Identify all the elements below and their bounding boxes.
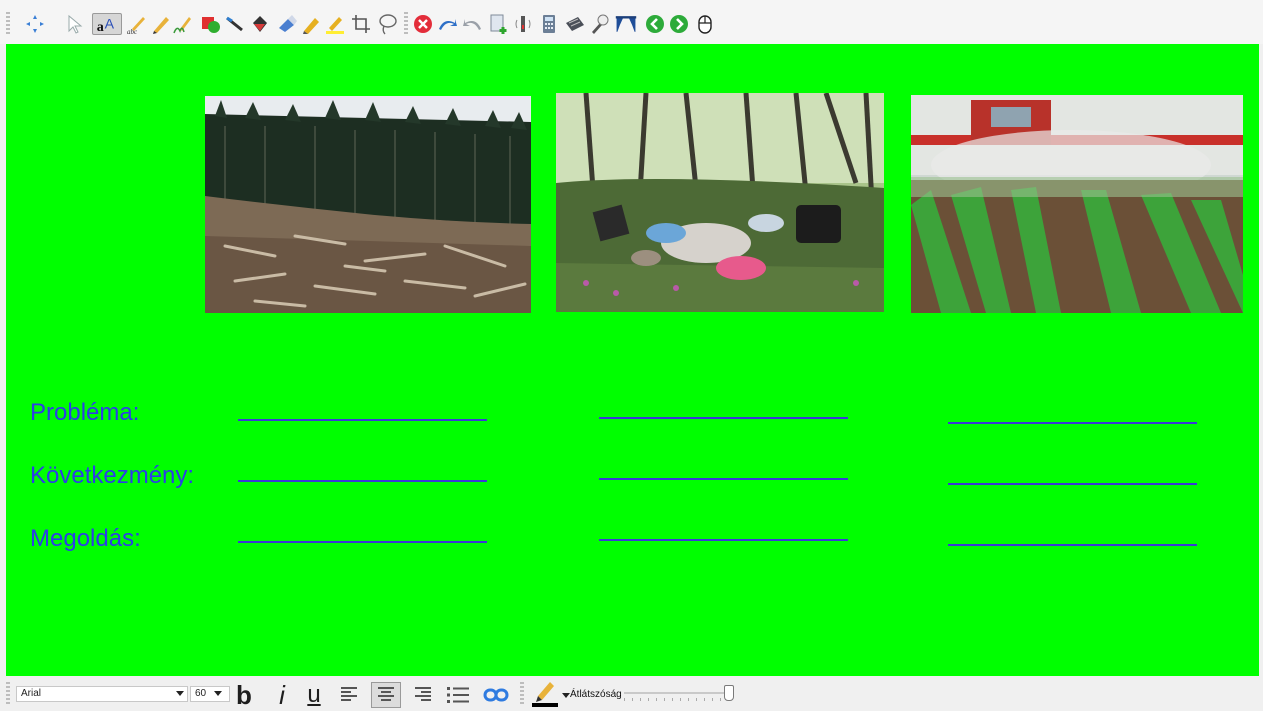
answer-line-consequence-3[interactable] (948, 483, 1197, 485)
answer-line-solution-1[interactable] (238, 541, 487, 543)
undo-icon[interactable] (436, 13, 458, 35)
opacity-slider-track (624, 692, 728, 694)
row-label-problem: Probléma: (30, 399, 140, 426)
forest-trash-photo[interactable] (556, 93, 884, 312)
select-arrow-icon[interactable] (64, 13, 86, 35)
link-button[interactable] (482, 682, 510, 708)
highlighter-yellow-icon[interactable] (324, 13, 346, 35)
spotlight-icon[interactable] (588, 13, 610, 35)
answer-line-consequence-1[interactable] (238, 480, 487, 482)
back-arrow-icon[interactable] (644, 13, 666, 35)
shape-recognition-pen-icon[interactable] (172, 13, 194, 35)
mouse-icon[interactable] (694, 13, 716, 35)
svg-text:A: A (105, 16, 115, 32)
answer-line-problem-3[interactable] (948, 422, 1197, 424)
eraser-icon[interactable] (276, 13, 298, 35)
keyboard-icon[interactable] (564, 13, 586, 35)
svg-text:a: a (97, 19, 104, 35)
opacity-label: Átlátszóság (570, 689, 622, 700)
fit-to-screen-icon[interactable] (24, 13, 46, 35)
handwriting-pen-icon[interactable]: abc (126, 13, 148, 35)
fill-bucket-icon[interactable] (248, 13, 270, 35)
toolbar-separator (404, 12, 408, 34)
font-family-select[interactable]: Arial (16, 686, 188, 702)
line-tool-icon[interactable] (224, 13, 246, 35)
align-right-button[interactable] (410, 682, 436, 708)
highlighter-icon[interactable] (300, 13, 322, 35)
curtain-icon[interactable] (612, 13, 640, 35)
deforestation-photo[interactable] (205, 96, 531, 313)
answer-line-problem-2[interactable] (599, 417, 848, 419)
pen-color-button[interactable] (530, 680, 560, 707)
bullet-list-button[interactable] (444, 682, 472, 708)
align-center-button[interactable] (371, 682, 401, 708)
toolbar-grip[interactable] (6, 12, 10, 34)
main-toolbar: aA abc (0, 0, 1263, 44)
delete-icon[interactable] (412, 13, 434, 35)
forward-arrow-icon[interactable] (668, 13, 690, 35)
link-icon (483, 688, 509, 702)
row-label-consequence: Következmény: (30, 462, 195, 489)
format-toolbar-separator (520, 682, 524, 704)
align-right-icon (415, 687, 431, 701)
text-tool-icon[interactable]: aA (92, 13, 122, 35)
underline-button[interactable]: u (303, 681, 325, 708)
bullet-list-icon (447, 687, 469, 703)
pesticide-tractor-photo[interactable] (911, 95, 1243, 313)
answer-line-solution-3[interactable] (948, 544, 1197, 546)
align-left-button[interactable] (336, 682, 362, 708)
answer-line-consequence-2[interactable] (599, 478, 848, 480)
opacity-slider-ticks (624, 698, 728, 701)
font-family-dropdown-icon[interactable] (176, 691, 184, 696)
crop-icon[interactable] (350, 13, 372, 35)
pen-color-dropdown-icon[interactable] (562, 693, 570, 698)
format-toolbar-grip[interactable] (6, 682, 10, 704)
bold-button[interactable]: b (232, 680, 256, 710)
svg-text:abc: abc (127, 28, 138, 35)
new-page-icon[interactable] (488, 13, 510, 35)
pen-color-swatch (532, 703, 558, 707)
pen-icon[interactable] (150, 13, 172, 35)
calculator-icon[interactable] (538, 13, 560, 35)
align-center-icon (378, 687, 394, 701)
sound-icon[interactable] (512, 13, 534, 35)
answer-line-problem-1[interactable] (238, 419, 487, 421)
row-label-solution: Megoldás: (30, 525, 141, 552)
format-toolbar: Arial 60 b i u Átlátszóság (0, 676, 1263, 710)
opacity-slider-thumb[interactable] (724, 685, 734, 701)
italic-button[interactable]: i (270, 680, 294, 710)
pen-color-icon (532, 682, 558, 707)
opacity-slider[interactable] (624, 685, 734, 701)
whiteboard-canvas[interactable]: Probléma: Következmény: Megoldás: (6, 44, 1259, 676)
font-size-dropdown-icon[interactable] (214, 691, 222, 696)
lasso-icon[interactable] (376, 13, 398, 35)
redo-icon[interactable] (462, 13, 484, 35)
align-left-icon (341, 687, 357, 701)
shapes-icon[interactable] (200, 13, 222, 35)
font-size-select[interactable]: 60 (190, 686, 230, 702)
answer-line-solution-2[interactable] (599, 539, 848, 541)
